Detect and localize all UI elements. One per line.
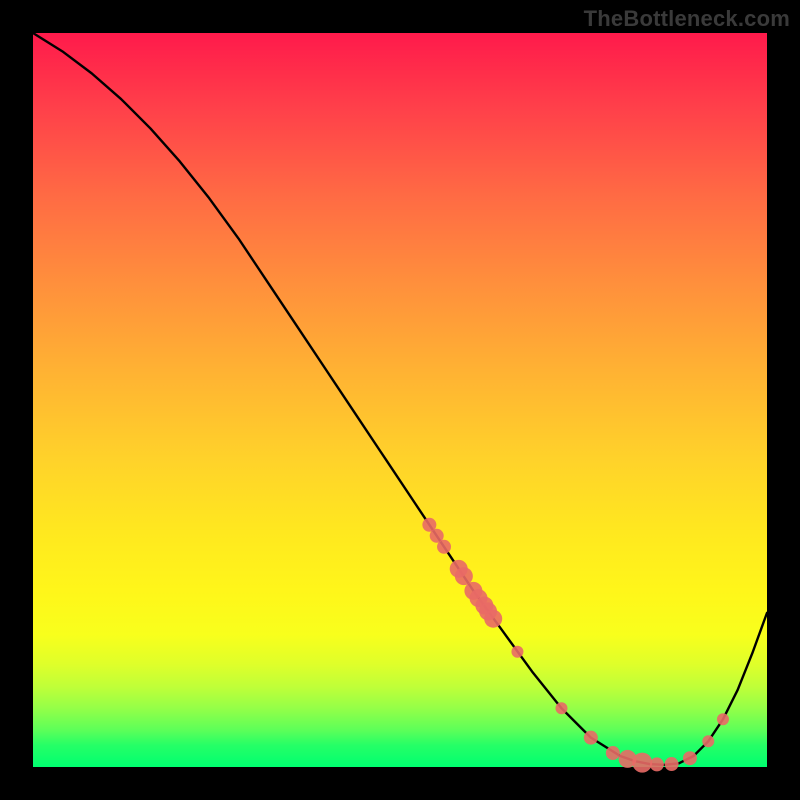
curve-marker [702,735,714,747]
chart-frame: TheBottleneck.com [0,0,800,800]
curve-marker [584,731,598,745]
curve-marker [555,702,567,714]
chart-svg [33,33,767,767]
watermark-text: TheBottleneck.com [584,6,790,32]
curve-marker [717,713,729,725]
curve-marker [650,757,664,771]
curve-marker [665,757,679,771]
curve-markers [422,518,729,773]
curve-marker [683,751,697,765]
curve-marker [606,746,620,760]
plot-area [33,33,767,767]
curve-marker [632,753,652,773]
curve-marker [437,540,451,554]
bottleneck-curve [33,33,767,765]
curve-marker [511,646,523,658]
curve-marker [484,610,502,628]
